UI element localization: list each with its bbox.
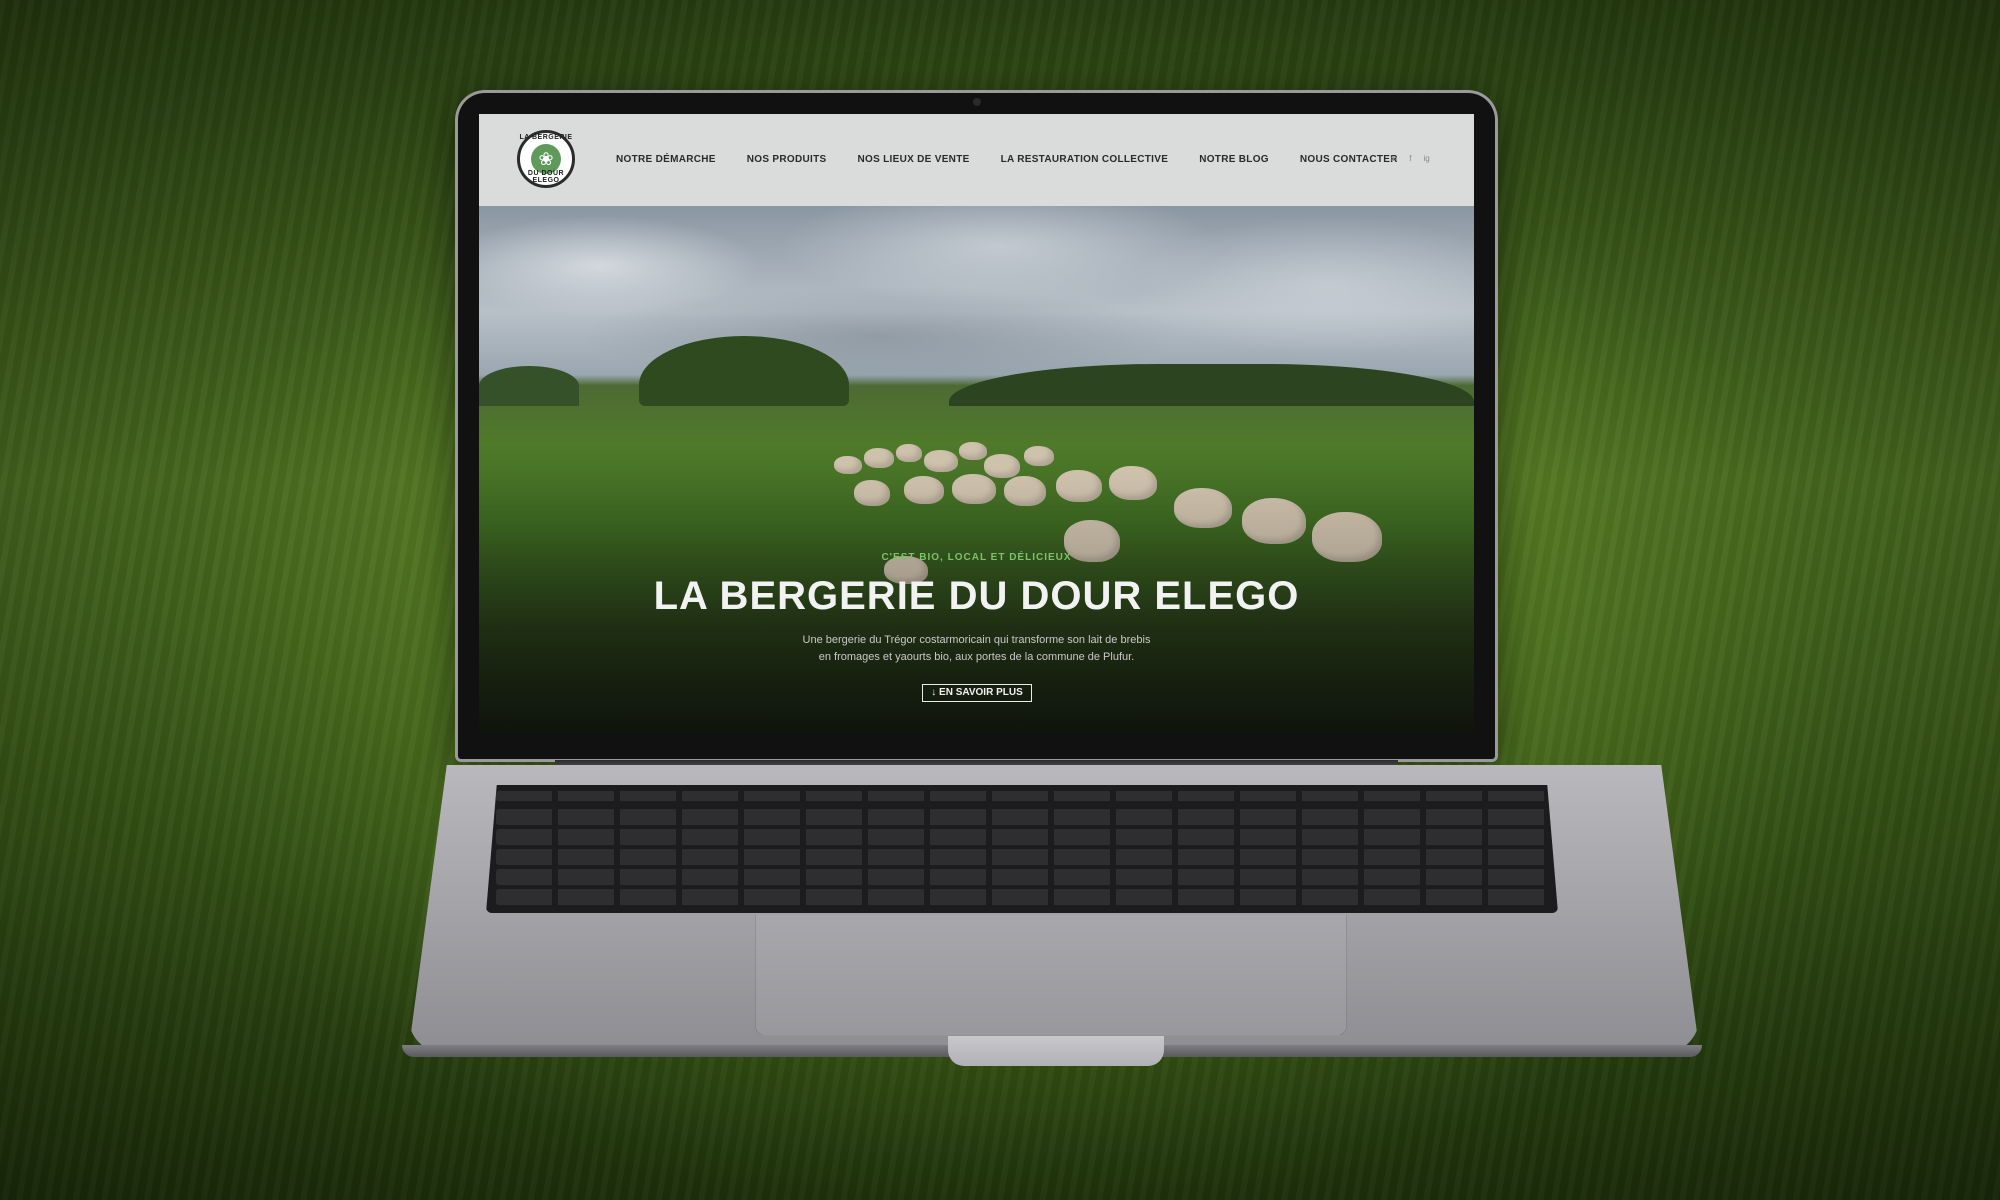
hero-tagline: C'EST BIO, LOCAL ET DÉLICIEUX: [881, 552, 1072, 563]
laptop-keyboard: [486, 785, 1558, 913]
hero-description-line: Une bergerie du Trégor costarmoricain qu…: [802, 634, 1151, 646]
facebook-icon[interactable]: f: [1409, 154, 1411, 163]
nav-item-nous-contacter[interactable]: NOUS CONTACTER: [1300, 154, 1398, 165]
sheep-icon: ❀: [538, 149, 554, 169]
site-logo[interactable]: LA BERGERIE ❀ DU DOUR ELEGO: [517, 130, 575, 188]
hero-section: C'EST BIO, LOCAL ET DÉLICIEUX LA BERGERI…: [479, 206, 1474, 734]
logo-text-bottom: DU DOUR ELEGO: [527, 170, 565, 184]
hero-description: Une bergerie du Trégor costarmoricain qu…: [479, 632, 1474, 666]
laptop-front-notch: [948, 1036, 1164, 1066]
key-row: [496, 809, 1548, 825]
nav-item-nos-produits[interactable]: NOS PRODUITS: [747, 154, 827, 165]
nav-item-restauration-collective[interactable]: LA RESTAURATION COLLECTIVE: [1001, 154, 1169, 165]
camera-icon: [972, 98, 981, 106]
key-row: [496, 889, 1548, 905]
laptop-screen: LA BERGERIE ❀ DU DOUR ELEGO NOTRE DÉMARC…: [479, 114, 1474, 734]
laptop-lid: LA BERGERIE ❀ DU DOUR ELEGO NOTRE DÉMARC…: [455, 90, 1498, 762]
laptop-trackpad: [755, 915, 1347, 1036]
key-row: [496, 849, 1548, 865]
linkedin-icon[interactable]: in: [1391, 154, 1397, 163]
key-row: [496, 829, 1548, 845]
hero-title: LA BERGERIE DU DOUR ELEGO: [653, 574, 1300, 618]
learn-more-button[interactable]: ↓ EN SAVOIR PLUS: [922, 684, 1032, 702]
social-links: in f ig: [1391, 154, 1430, 163]
main-menu: NOTRE DÉMARCHE NOS PRODUITS NOS LIEUX DE…: [616, 154, 1398, 165]
instagram-icon[interactable]: ig: [1423, 154, 1429, 163]
nav-item-notre-blog[interactable]: NOTRE BLOG: [1199, 154, 1269, 165]
nav-item-nos-lieux-de-vente[interactable]: NOS LIEUX DE VENTE: [857, 154, 969, 165]
key-row: [496, 791, 1548, 801]
key-row: [496, 869, 1548, 885]
site-header: LA BERGERIE ❀ DU DOUR ELEGO NOTRE DÉMARC…: [479, 114, 1474, 206]
logo-text-top: LA BERGERIE: [519, 134, 573, 141]
hero-description-line: en fromages et yaourts bio, aux portes d…: [818, 651, 1135, 663]
nav-item-notre-demarche[interactable]: NOTRE DÉMARCHE: [616, 154, 716, 165]
